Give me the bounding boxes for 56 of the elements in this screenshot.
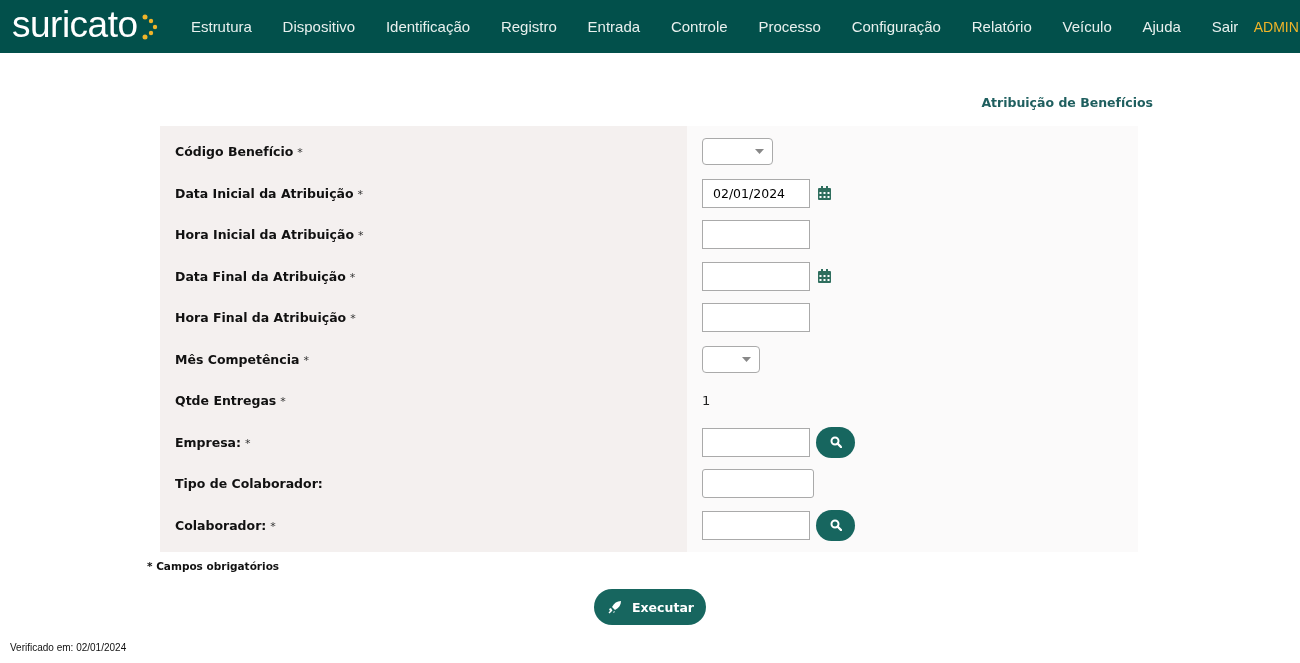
menu-item[interactable]: Ajuda xyxy=(1127,16,1197,37)
field-label: Data Final da Atribuição xyxy=(175,268,346,284)
calendar-icon[interactable] xyxy=(818,269,831,284)
search-icon xyxy=(829,436,842,449)
field-label: Tipo de Colaborador: xyxy=(175,476,323,492)
menu-item[interactable]: Registro xyxy=(485,16,573,37)
verified-date: Verificado em: 02/01/2024 xyxy=(10,642,127,653)
field-label: Hora Inicial da Atribuição xyxy=(175,227,354,243)
field-label: Colaborador: xyxy=(175,517,267,533)
field-label: Mês Competência xyxy=(175,351,300,367)
date-field[interactable] xyxy=(702,261,810,291)
menu-item[interactable]: Controle xyxy=(655,16,743,37)
date-field[interactable]: 02/01/2024 xyxy=(702,178,810,208)
dropdown[interactable] xyxy=(702,345,760,373)
input-field[interactable] xyxy=(702,427,810,457)
search-icon xyxy=(829,519,842,532)
page-title: Atribuição de Benefícios xyxy=(981,95,1153,111)
required-mark: * xyxy=(357,187,364,201)
required-mark: * xyxy=(349,270,356,284)
menu-item[interactable]: Configuração xyxy=(836,16,957,37)
required-mark: * xyxy=(280,395,286,409)
input-field[interactable] xyxy=(702,510,810,540)
logo-text[interactable]: suricato xyxy=(12,4,138,45)
field-label: Data Inicial da Atribuição xyxy=(175,185,354,201)
field-label: Qtde Entregas xyxy=(175,393,277,409)
user-name[interactable]: ADMIN xyxy=(1253,16,1299,37)
menu-item[interactable]: Identificação xyxy=(370,16,486,37)
input-field[interactable] xyxy=(702,220,810,250)
menu-item[interactable]: Estrutura xyxy=(175,16,268,37)
required-mark: * xyxy=(297,146,303,160)
rocket-icon xyxy=(608,600,622,614)
required-mark: * xyxy=(303,353,309,367)
field-label: Empresa: xyxy=(175,434,242,450)
calendar-icon[interactable] xyxy=(818,186,831,201)
field-value: 1 xyxy=(702,393,711,409)
menu-item[interactable]: Entrada xyxy=(572,16,656,37)
search-button[interactable] xyxy=(816,426,855,458)
input-field[interactable] xyxy=(702,303,810,333)
menu-item[interactable]: Processo xyxy=(743,16,837,37)
field-label: Código Benefício xyxy=(175,144,294,160)
field-label: Hora Final da Atribuição xyxy=(175,310,347,326)
execute-button[interactable]: Executar xyxy=(594,589,706,625)
search-button[interactable] xyxy=(816,509,855,541)
dropdown[interactable] xyxy=(702,138,773,166)
required-mark: * xyxy=(358,229,364,243)
menu-item[interactable]: Relatório xyxy=(956,16,1048,37)
menu-item[interactable]: Dispositivo xyxy=(267,16,371,37)
required-mark: * xyxy=(350,312,356,326)
menu-item[interactable]: Veículo xyxy=(1047,16,1128,37)
caret-icon xyxy=(755,149,764,155)
menu-item[interactable]: Sair xyxy=(1196,16,1254,37)
required-note: * Campos obrigatórios xyxy=(147,560,281,572)
input-field[interactable] xyxy=(702,469,814,499)
caret-icon xyxy=(742,356,751,362)
required-mark: * xyxy=(245,436,251,450)
required-mark: * xyxy=(270,519,276,533)
